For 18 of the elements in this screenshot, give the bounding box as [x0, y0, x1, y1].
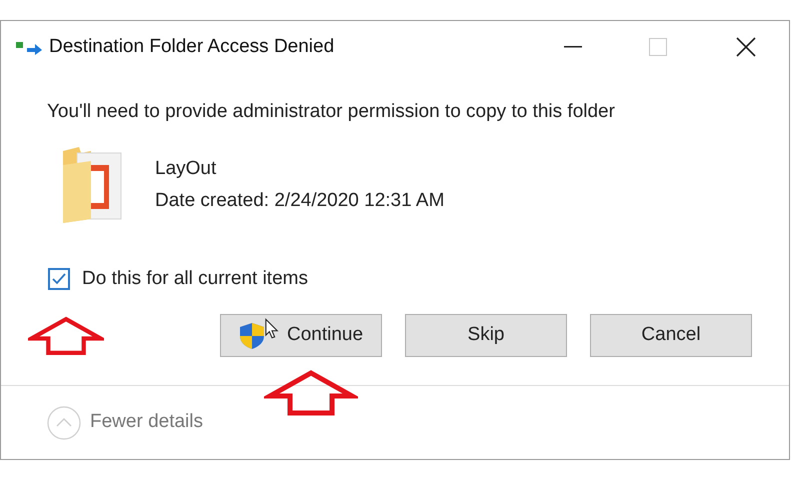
window-title: Destination Folder Access Denied — [49, 34, 334, 59]
checkbox-label: Do this for all current items — [82, 266, 308, 290]
minimize-icon — [564, 46, 582, 48]
item-date: Date created: 2/24/2020 12:31 AM — [155, 189, 444, 213]
mouse-pointer-icon — [265, 318, 279, 340]
details-toggle[interactable]: Fewer details — [47, 406, 203, 440]
close-icon — [736, 37, 756, 57]
copy-icon — [15, 39, 43, 55]
dialog-button[interactable]: Cancel — [590, 314, 752, 357]
checkbox[interactable] — [48, 268, 70, 290]
check-icon — [52, 272, 66, 285]
dialog-button[interactable]: Continue — [220, 314, 382, 357]
dialog-button[interactable]: Skip — [405, 314, 567, 357]
maximize-icon — [649, 38, 667, 56]
permission-message: You'll need to provide administrator permission to copy to this folder — [47, 100, 616, 124]
item-name: LayOut — [155, 156, 218, 180]
shield-icon — [238, 322, 265, 350]
arrow-up-icon — [264, 370, 358, 416]
